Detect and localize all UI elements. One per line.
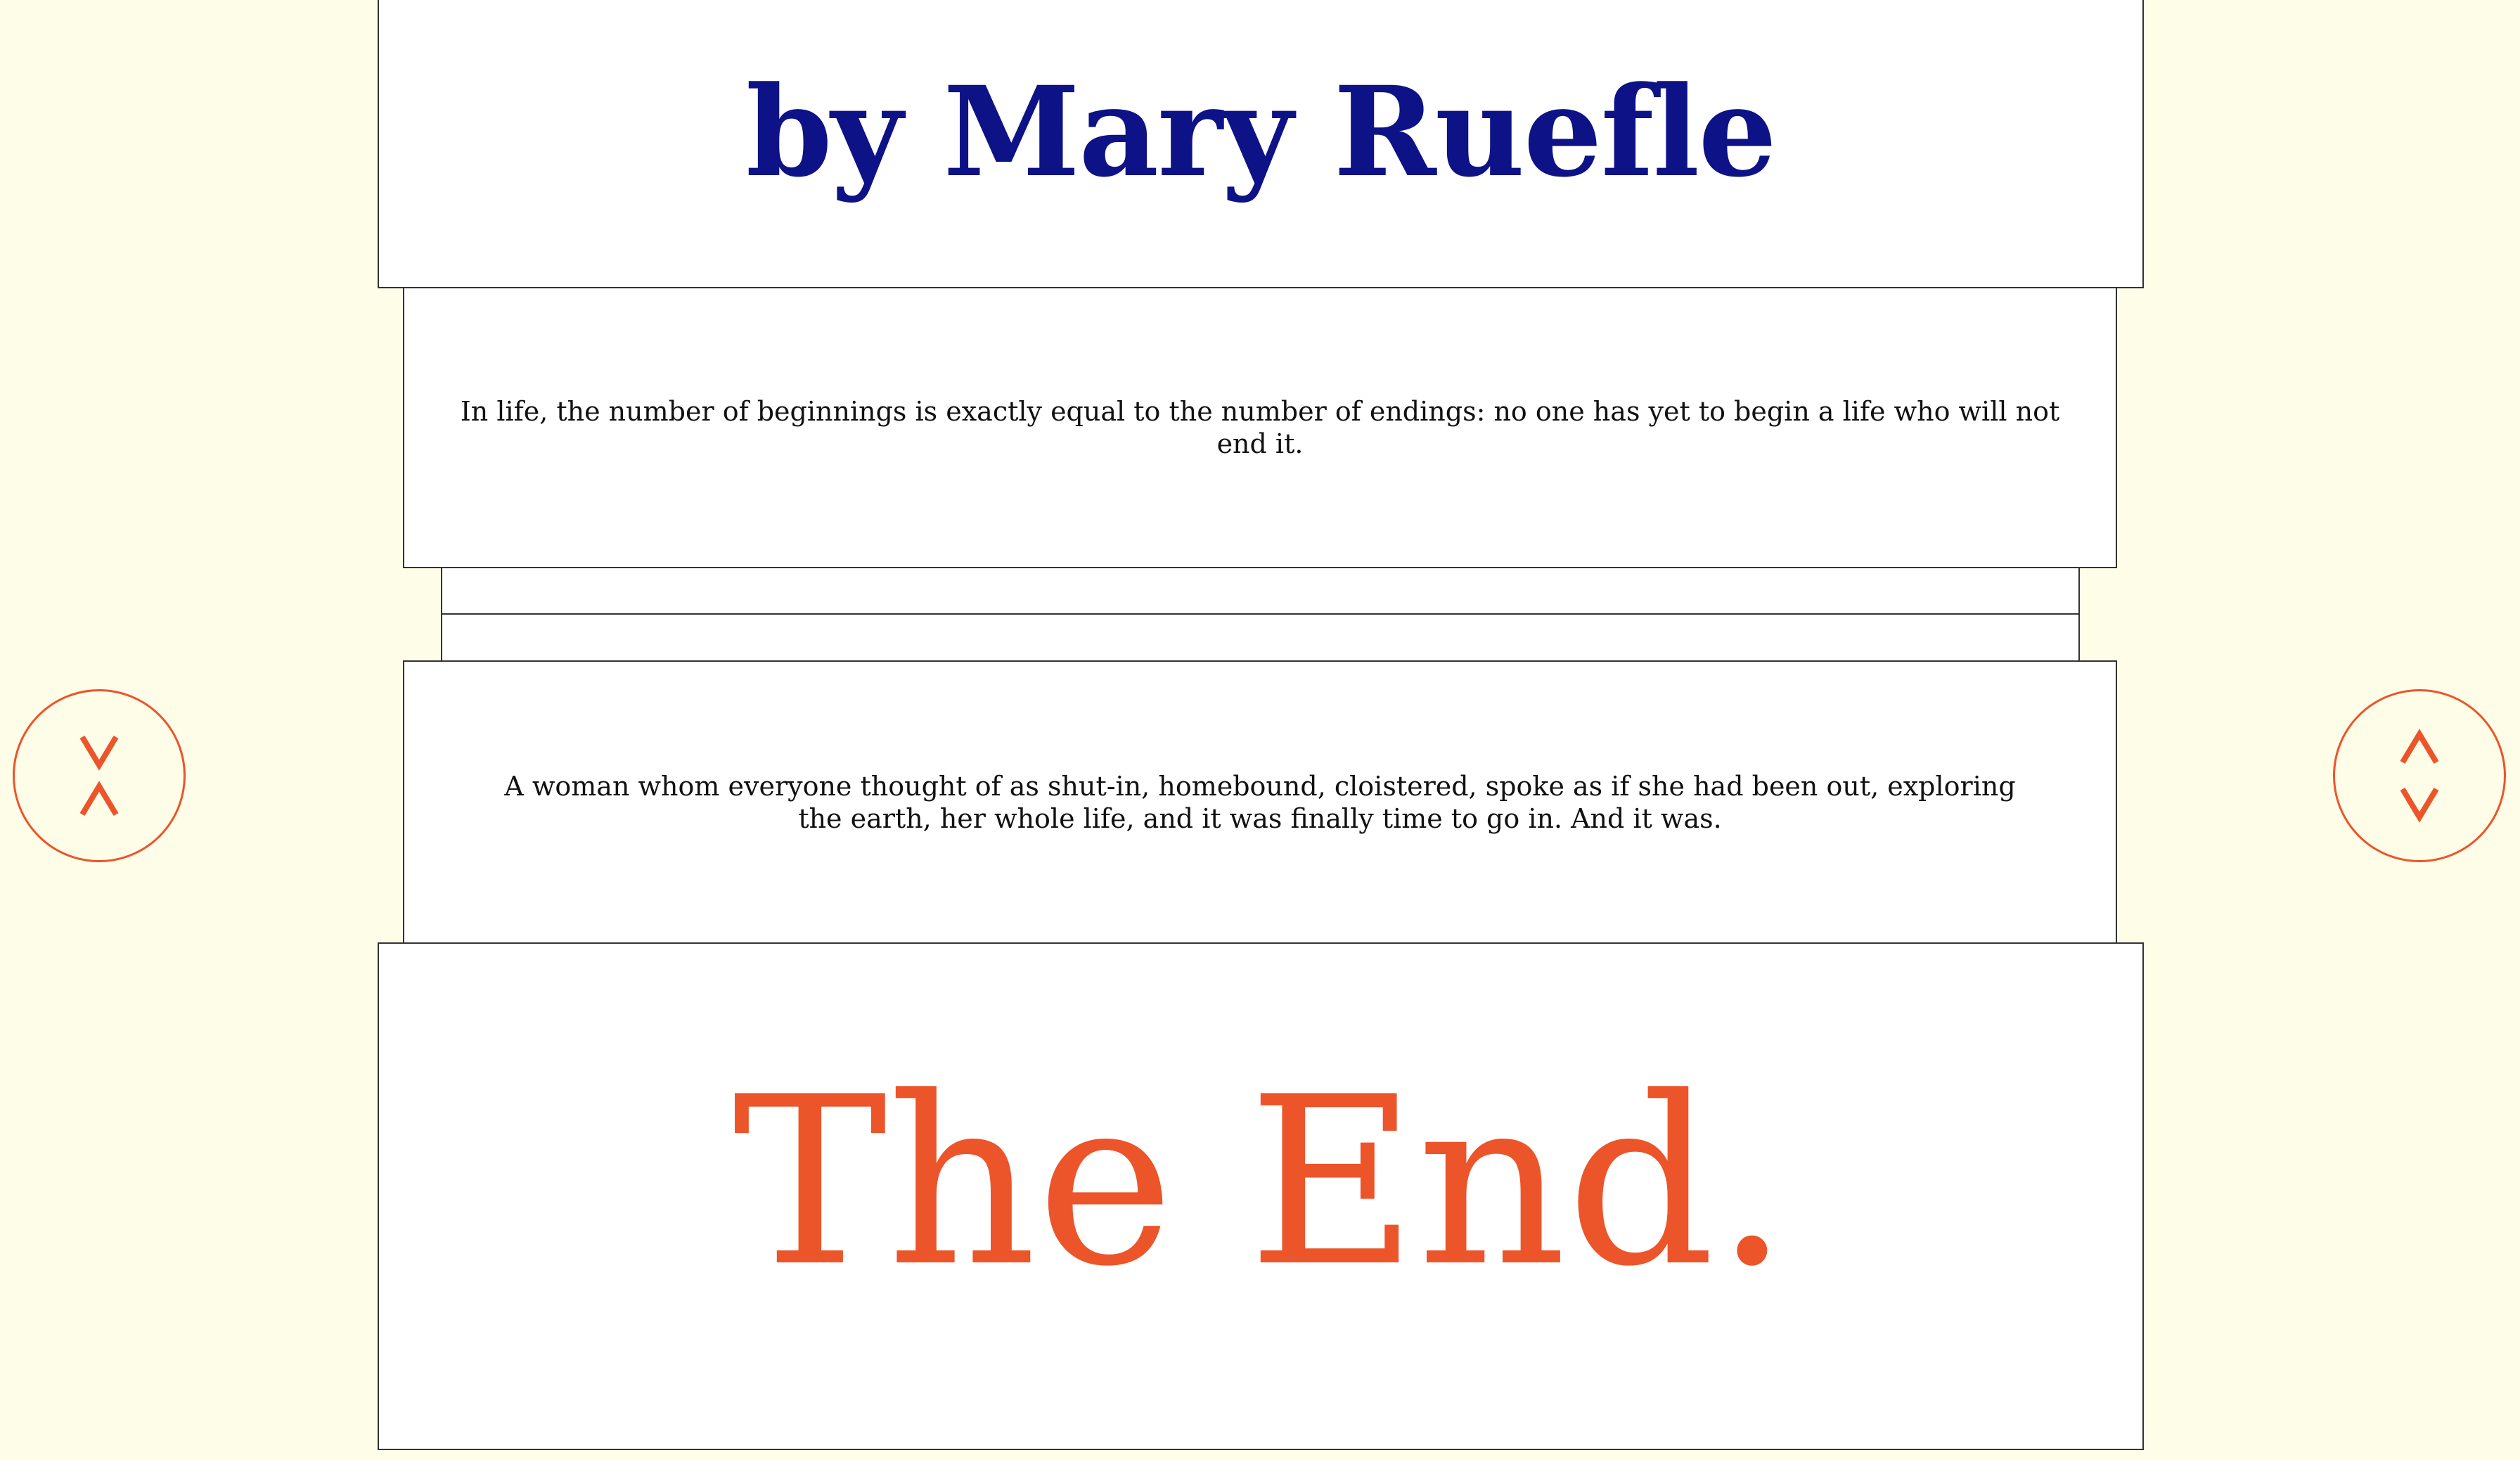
stacked-card-edge[interactable] xyxy=(441,613,2080,662)
quote-card: In life, the number of beginnings is exa… xyxy=(403,287,2117,568)
quote-text: In life, the number of beginnings is exa… xyxy=(460,396,2060,459)
chevron-down-icon xyxy=(2400,787,2439,823)
stacked-card-edge[interactable] xyxy=(441,567,2080,615)
expand-button[interactable] xyxy=(2333,689,2506,862)
end-title: The End. xyxy=(732,1047,1789,1317)
end-card: The End. xyxy=(378,942,2144,1450)
chevron-down-icon xyxy=(79,735,119,771)
collapse-button[interactable] xyxy=(13,689,186,862)
author-title: by Mary Ruefle xyxy=(745,59,1777,205)
quote-card: A woman whom everyone thought of as shut… xyxy=(403,660,2117,944)
chevron-up-icon xyxy=(2400,729,2439,764)
quote-text: A woman whom everyone thought of as shut… xyxy=(504,771,2016,834)
chevron-up-icon xyxy=(79,781,119,817)
title-card: by Mary Ruefle xyxy=(378,0,2144,288)
